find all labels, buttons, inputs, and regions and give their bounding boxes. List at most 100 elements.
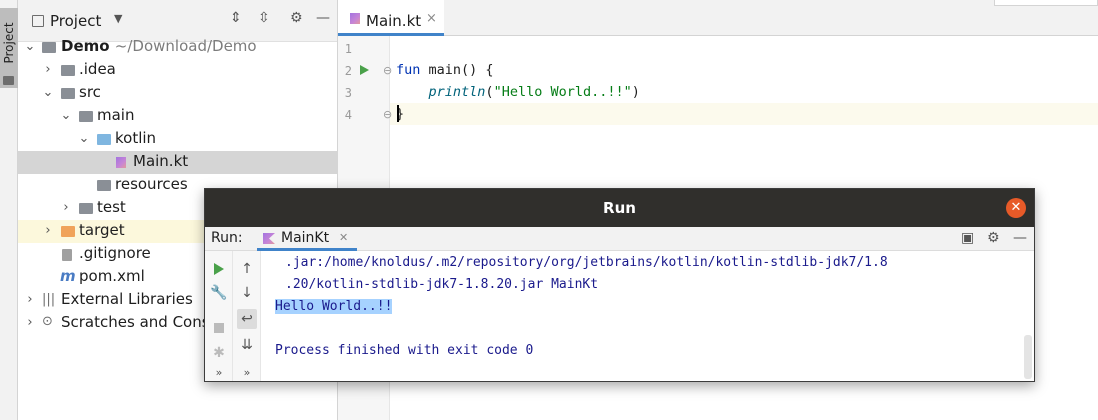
text-cursor bbox=[397, 105, 399, 122]
close-window-button[interactable]: ✕ bbox=[1006, 198, 1026, 218]
tree-item-kotlin[interactable]: ⌄ kotlin bbox=[18, 128, 338, 151]
tab-label: Main.kt bbox=[366, 12, 422, 30]
console-line: .jar:/home/knoldus/.m2/repository/org/je… bbox=[285, 255, 888, 270]
tree-item-label: .gitignore bbox=[79, 244, 151, 262]
tab-mainkt[interactable]: MainKt ✕ bbox=[257, 227, 357, 251]
more-icon[interactable]: » bbox=[237, 363, 257, 383]
fold-end-icon[interactable]: ⊖ bbox=[383, 108, 392, 121]
chevron-down-icon[interactable]: ⌄ bbox=[60, 108, 72, 123]
vertical-scrollbar[interactable] bbox=[1024, 335, 1032, 379]
gear-icon[interactable]: ⚙ bbox=[290, 10, 303, 26]
tree-item-label: External Libraries bbox=[61, 290, 193, 308]
source-folder-icon bbox=[97, 134, 111, 145]
code-line-2[interactable]: fun main() { bbox=[396, 62, 494, 78]
code-line-3[interactable]: println("Hello World..!!") bbox=[396, 84, 640, 100]
maven-icon: m bbox=[60, 267, 76, 285]
tool-window-stripe: Project bbox=[0, 0, 18, 420]
string-literal: "Hello World..!!" bbox=[493, 84, 632, 100]
tree-item-label: test bbox=[97, 198, 126, 216]
stop-icon[interactable] bbox=[214, 323, 224, 333]
resources-folder-icon bbox=[97, 180, 111, 191]
wrench-icon[interactable]: 🔧 bbox=[209, 283, 229, 303]
fold-icon[interactable]: ⊖ bbox=[383, 64, 392, 77]
tree-item-label: Scratches and Conso bbox=[61, 313, 219, 331]
tree-item-label: resources bbox=[115, 175, 188, 193]
current-line-highlight bbox=[390, 103, 1098, 125]
expand-all-icon[interactable]: ⇕ bbox=[230, 10, 242, 26]
tree-item-label: pom.xml bbox=[79, 267, 145, 285]
run-label: Run: bbox=[211, 230, 243, 246]
tree-item-label: Main.kt bbox=[133, 152, 189, 170]
folder-icon bbox=[61, 88, 75, 99]
run-toolbar: 🔧 ✱ » bbox=[205, 251, 233, 381]
keyword: fun bbox=[396, 62, 421, 78]
code-text: main() { bbox=[420, 62, 494, 78]
hide-icon[interactable]: — bbox=[316, 10, 330, 26]
chevron-down-icon[interactable]: ⌄ bbox=[24, 39, 36, 54]
gitignore-file-icon bbox=[62, 249, 72, 261]
excluded-folder-icon bbox=[61, 226, 75, 237]
folder-icon bbox=[79, 111, 93, 122]
tab-main-kt[interactable]: Main.kt × bbox=[338, 0, 444, 36]
console-line: Process finished with exit code 0 bbox=[275, 343, 534, 358]
window-titlebar[interactable]: Run ✕ bbox=[205, 189, 1034, 227]
close-icon[interactable]: ✕ bbox=[339, 231, 348, 244]
project-icon bbox=[32, 15, 44, 27]
chevron-down-icon[interactable]: ⌄ bbox=[78, 131, 90, 146]
gear-icon[interactable]: ⚙ bbox=[987, 230, 1000, 246]
layout-icon[interactable]: ▣ bbox=[961, 230, 974, 246]
chevron-down-icon[interactable]: ⌄ bbox=[42, 85, 54, 100]
console-output[interactable]: .jar:/home/knoldus/.m2/repository/org/je… bbox=[261, 251, 1034, 381]
chevron-right-icon[interactable]: › bbox=[24, 292, 36, 307]
console-toolbar: ↑ ↓ ↩ ⇊ » bbox=[233, 251, 261, 381]
tree-item-demo[interactable]: ⌄ Demo ~/Download/Demo bbox=[18, 36, 338, 59]
line-number: 1 bbox=[344, 42, 352, 56]
tree-item-src[interactable]: ⌄ src bbox=[18, 82, 338, 105]
arrow-down-icon[interactable]: ↓ bbox=[237, 283, 257, 303]
line-number: 2 bbox=[344, 64, 352, 78]
project-tool-tab[interactable]: Project bbox=[0, 8, 18, 88]
console-line: .20/kotlin-stdlib-jdk7-1.8.20.jar MainKt bbox=[285, 277, 599, 292]
tree-item-label: Demo bbox=[61, 37, 110, 55]
rerun-icon[interactable] bbox=[214, 263, 224, 275]
tree-item-main[interactable]: ⌄ main bbox=[18, 105, 338, 128]
tree-item-label: .idea bbox=[79, 60, 116, 78]
folder-icon bbox=[79, 203, 93, 214]
chevron-right-icon[interactable]: › bbox=[60, 200, 72, 215]
scroll-to-end-icon[interactable]: ⇊ bbox=[237, 335, 257, 355]
function-call: println bbox=[428, 84, 486, 100]
window-title: Run bbox=[603, 199, 636, 217]
kotlin-icon bbox=[263, 233, 275, 244]
tree-item-main-kt[interactable]: Main.kt bbox=[18, 151, 338, 174]
tree-item-idea[interactable]: › .idea bbox=[18, 59, 338, 82]
line-number: 3 bbox=[344, 86, 352, 100]
chevron-right-icon[interactable]: › bbox=[24, 315, 36, 330]
window-edge bbox=[994, 0, 1098, 6]
run-gutter-icon[interactable] bbox=[360, 65, 369, 75]
folder-icon bbox=[61, 65, 75, 76]
run-tab-label: MainKt bbox=[281, 230, 330, 246]
project-panel-title[interactable]: Project bbox=[50, 12, 101, 30]
run-tool-header: Run: MainKt ✕ ▣ ⚙ — bbox=[205, 227, 1034, 251]
chevron-down-icon[interactable]: ▼ bbox=[114, 12, 122, 25]
run-window: Run ✕ Run: MainKt ✕ ▣ ⚙ — 🔧 ✱ » ↑ ↓ ↩ ⇊ … bbox=[204, 188, 1035, 382]
module-folder-icon bbox=[42, 42, 56, 53]
code-text: ) bbox=[631, 84, 640, 100]
chevron-right-icon[interactable]: › bbox=[42, 62, 54, 77]
debug-icon[interactable]: ✱ bbox=[209, 343, 229, 363]
tree-item-label: main bbox=[97, 106, 135, 124]
folder-icon bbox=[3, 76, 14, 85]
hide-icon[interactable]: — bbox=[1013, 230, 1027, 246]
project-tool-tab-label: Project bbox=[2, 22, 16, 64]
scratches-icon: ⊙ bbox=[42, 314, 53, 329]
soft-wrap-icon[interactable]: ↩ bbox=[237, 309, 257, 329]
collapse-all-icon[interactable]: ⇳ bbox=[258, 10, 270, 26]
kotlin-file-icon bbox=[350, 13, 360, 24]
more-icon[interactable]: » bbox=[209, 363, 229, 383]
project-path: ~/Download/Demo bbox=[114, 37, 257, 55]
chevron-right-icon[interactable]: › bbox=[42, 223, 54, 238]
close-icon[interactable]: × bbox=[426, 11, 437, 26]
kotlin-file-icon bbox=[116, 157, 126, 168]
tree-item-label: kotlin bbox=[115, 129, 157, 147]
arrow-up-icon[interactable]: ↑ bbox=[237, 259, 257, 279]
